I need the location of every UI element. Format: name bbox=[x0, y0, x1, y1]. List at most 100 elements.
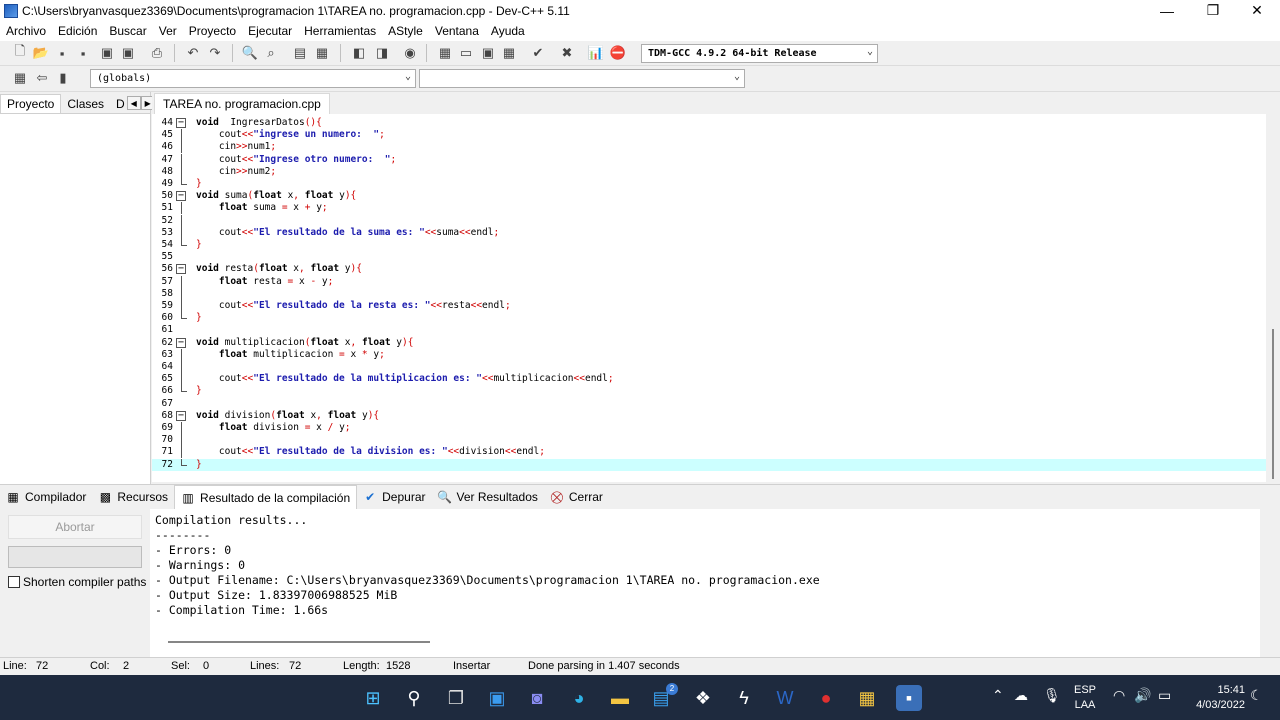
file-explorer-icon[interactable]: ▬ bbox=[607, 685, 633, 711]
code-line[interactable]: 59 cout<<"El resultado de la resta es: "… bbox=[152, 300, 1266, 312]
fold-collapse-icon[interactable]: − bbox=[176, 118, 186, 128]
code-line[interactable]: 53 cout<<"El resultado de la suma es: "<… bbox=[152, 226, 1266, 239]
code-line[interactable]: 61 bbox=[152, 324, 1266, 336]
code-line[interactable]: 51 float suma = x + y; bbox=[152, 202, 1266, 215]
fold-collapse-icon[interactable]: − bbox=[176, 191, 186, 202]
microphone-icon[interactable]: 🎙 bbox=[1043, 687, 1061, 704]
clock[interactable]: 15:41 4/03/2022 bbox=[1185, 684, 1245, 711]
code-line[interactable]: 58 bbox=[152, 287, 1266, 300]
code-line[interactable]: 45 cout<<"ingrese un numero: "; bbox=[152, 129, 1266, 142]
code-line[interactable]: 63 float multiplicacion = x * y; bbox=[152, 348, 1266, 361]
notification-moon-icon[interactable]: ☾ bbox=[1250, 687, 1263, 704]
code-line[interactable]: 47 cout<<"Ingrese otro numero: "; bbox=[152, 153, 1266, 166]
unindent-icon[interactable]: ◨ bbox=[373, 44, 391, 62]
fold-collapse-icon[interactable]: − bbox=[176, 264, 186, 275]
menu-ver[interactable]: Ver bbox=[153, 24, 183, 38]
code-line[interactable]: 60} bbox=[152, 312, 1266, 324]
scrollbar-thumb[interactable] bbox=[1272, 329, 1274, 479]
bookmark-icon[interactable]: ▦ bbox=[313, 44, 331, 62]
code-line[interactable]: 50− void suma(float x, float y){ bbox=[152, 190, 1266, 202]
chevron-up-icon[interactable]: ⌃ bbox=[992, 687, 1004, 704]
tab-debug[interactable]: D bbox=[110, 95, 127, 113]
menu-archivo[interactable]: Archivo bbox=[0, 24, 52, 38]
tab-compilador[interactable]: ▦ Compilador bbox=[0, 486, 92, 508]
menu-proyecto[interactable]: Proyecto bbox=[183, 24, 242, 38]
code-line[interactable]: 67 bbox=[152, 398, 1266, 410]
search-icon[interactable]: ⚲ bbox=[401, 685, 427, 711]
menu-astyle[interactable]: AStyle bbox=[382, 24, 429, 38]
run-icon[interactable]: ▭ bbox=[457, 44, 475, 62]
compile-run-icon[interactable]: ▣ bbox=[479, 44, 497, 62]
output-horizontal-scrollbar[interactable] bbox=[168, 641, 430, 643]
windows-start-icon[interactable]: ⊞ bbox=[360, 685, 386, 711]
recorder-icon[interactable]: ● bbox=[813, 685, 839, 711]
save-icon[interactable]: ▪ bbox=[53, 44, 71, 62]
language-indicator[interactable]: ESP LAA bbox=[1070, 684, 1100, 711]
tab-depurar[interactable]: ✔ Depurar bbox=[357, 486, 431, 508]
globals-select[interactable]: (globals) ⌄ bbox=[90, 69, 416, 88]
fold-collapse-icon[interactable]: − bbox=[176, 337, 186, 348]
goto-line-icon[interactable]: ▤ bbox=[291, 44, 309, 62]
tab-resultado-compilacion[interactable]: ▥ Resultado de la compilación bbox=[174, 485, 358, 509]
compile-icon[interactable]: ▦ bbox=[436, 44, 454, 62]
code-line[interactable]: 57 float resta = x - y; bbox=[152, 275, 1266, 288]
code-line[interactable]: 55 bbox=[152, 251, 1266, 263]
tab-recursos[interactable]: ▩ Recursos bbox=[92, 486, 174, 508]
goto-bookmark-icon[interactable]: ⇦ bbox=[33, 69, 51, 87]
widgets-icon[interactable]: ▣ bbox=[484, 685, 510, 711]
teams-chat-icon[interactable]: ◙ bbox=[524, 685, 550, 711]
delete-profile-icon[interactable]: ⛔ bbox=[609, 44, 627, 62]
code-line[interactable]: 70 bbox=[152, 434, 1266, 447]
code-line[interactable]: 66} bbox=[152, 385, 1266, 397]
check-syntax-icon[interactable]: ✔ bbox=[529, 44, 547, 62]
fold-collapse-icon[interactable]: − bbox=[176, 410, 186, 421]
onedrive-icon[interactable]: ☁ bbox=[1014, 687, 1028, 704]
minimize-button[interactable]: — bbox=[1144, 0, 1190, 21]
tab-file[interactable]: TAREA no. programacion.cpp bbox=[154, 93, 330, 114]
menu-buscar[interactable]: Buscar bbox=[103, 24, 152, 38]
compile-output[interactable]: Compilation results... -------- - Errors… bbox=[150, 509, 1260, 657]
code-line[interactable]: 62− void multiplicacion(float x, float y)… bbox=[152, 337, 1266, 349]
code-line[interactable]: 68− void division(float x, float y){ bbox=[152, 410, 1266, 422]
devcpp-taskbar-icon[interactable]: ▪ bbox=[896, 685, 922, 711]
code-line[interactable]: 72} bbox=[152, 458, 1266, 471]
close-button[interactable]: ✕ bbox=[1234, 0, 1280, 21]
app-icon[interactable]: ϟ bbox=[731, 685, 757, 711]
save-all-icon[interactable]: ▪ bbox=[74, 44, 92, 62]
code-line[interactable]: 69 float division = x / y; bbox=[152, 422, 1266, 434]
menu-ventana[interactable]: Ventana bbox=[429, 24, 485, 38]
tab-scroll-left-icon[interactable]: ◀ bbox=[126, 96, 141, 110]
code-line[interactable]: 56− void resta(float x, float y){ bbox=[152, 263, 1266, 275]
checkbox-icon[interactable] bbox=[8, 576, 20, 588]
print-icon[interactable]: ⎙ bbox=[148, 44, 166, 62]
close-all-icon[interactable]: ▣ bbox=[119, 44, 137, 62]
editor-vertical-scrollbar[interactable] bbox=[1266, 114, 1280, 484]
code-line[interactable]: 46 cin>>num1; bbox=[152, 141, 1266, 154]
tab-proyecto[interactable]: Proyecto bbox=[0, 94, 62, 113]
code-line[interactable]: 49} bbox=[152, 178, 1266, 190]
tab-clases[interactable]: Clases bbox=[61, 95, 110, 113]
insert-icon[interactable]: ▦ bbox=[11, 69, 29, 87]
code-editor[interactable]: 44− void IngresarDatos(){45 cout<<"ingres… bbox=[152, 114, 1266, 482]
edge-browser-icon[interactable]: ◕ bbox=[566, 685, 592, 711]
close-file-icon[interactable]: ▣ bbox=[98, 44, 116, 62]
find-icon[interactable]: 🔍 bbox=[241, 44, 259, 62]
menu-edicion[interactable]: Edición bbox=[52, 24, 103, 38]
wifi-icon[interactable]: ◠ bbox=[1113, 687, 1125, 704]
code-line[interactable]: 64 bbox=[152, 361, 1266, 373]
code-line[interactable]: 48 cin>>num2; bbox=[152, 165, 1266, 178]
toggle-bookmark-icon[interactable]: ▮ bbox=[54, 69, 72, 87]
shorten-paths-checkbox[interactable]: Shorten compiler paths bbox=[8, 575, 146, 589]
stop-icon[interactable]: ✖ bbox=[558, 44, 576, 62]
code-line[interactable]: 52 bbox=[152, 214, 1266, 227]
abort-button[interactable]: Abortar bbox=[8, 515, 142, 539]
code-line[interactable]: 71 cout<<"El resultado de la division es… bbox=[152, 446, 1266, 459]
profile-icon[interactable]: 📊 bbox=[587, 44, 605, 62]
function-select[interactable]: ⌄ bbox=[419, 69, 745, 88]
menu-ayuda[interactable]: Ayuda bbox=[485, 24, 531, 38]
volume-icon[interactable]: 🔊 bbox=[1134, 687, 1151, 704]
toggle-comment-icon[interactable]: ◉ bbox=[401, 44, 419, 62]
code-line[interactable]: 65 cout<<"El resultado de la multiplicac… bbox=[152, 373, 1266, 386]
sticky-notes-icon[interactable]: ▦ bbox=[854, 685, 880, 711]
undo-icon[interactable]: ↶ bbox=[184, 44, 202, 62]
